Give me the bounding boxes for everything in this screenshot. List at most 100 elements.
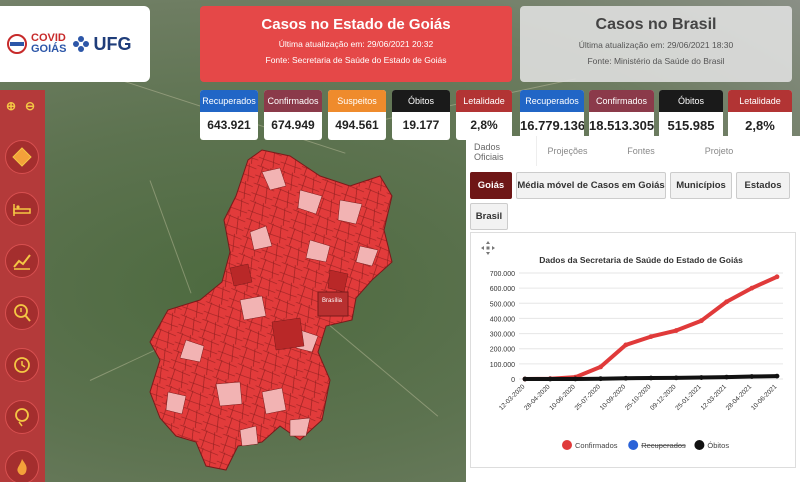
goias-state-shape[interactable] [149,149,393,471]
x-tick-label: 12-03-2021 [700,383,729,412]
brasil-stat-confirmados: Confirmados 18.513.305 [589,90,654,140]
x-tick-label: 12-03-2020 [498,383,527,412]
subtab-label: Fontes [627,146,655,156]
data-point [699,318,704,324]
goias-stat-letalidade: Letalidade 2,8% [456,90,512,140]
subtab-fontes[interactable]: Fontes [598,136,684,166]
x-tick-label: 10-06-2020 [548,383,577,412]
brasil-stat-obitos: Óbitos 515.985 [659,90,723,140]
subtab-projeto[interactable]: Projeto [684,136,754,166]
subtab-label: Projeto [704,146,734,156]
brasil-source-text: Fonte: Ministério da Saúde do Brasil [587,56,725,66]
goias-info-panel: Casos no Estado de Goiás Última atualiza… [200,6,512,82]
layers-icon [12,147,32,167]
trend-chart-icon [13,254,31,270]
data-point [724,299,729,305]
goias-stat-label: Recuperados [200,90,258,112]
df-label: Brasília [322,298,343,304]
goias-stat-confirmados: Confirmados 674.949 [264,90,322,140]
goias-stat-value: 494.561 [335,118,379,132]
goias-stat-suspeitos: Suspeitos 494.561 [328,90,386,140]
goias-stat-label: Óbitos [392,90,450,112]
fire-button[interactable] [5,450,39,482]
y-tick-label: 700.000 [490,271,515,278]
subtab-bar: Dados Oficiais Projeções Fontes Projeto [466,136,800,166]
zoom-out-icon[interactable]: ⊖ [22,98,38,114]
data-point [724,374,729,380]
data-point [623,342,629,348]
data-point [598,376,603,382]
zoom-in-icon[interactable]: ⊕ [3,98,19,114]
goias-stat-value: 2,8% [470,118,498,132]
data-point [749,374,755,379]
brasil-info-panel: Casos no Brasil Última atualização em: 2… [520,6,792,82]
data-point [673,328,679,333]
data-point [774,274,780,280]
y-tick-label: 500.000 [490,301,515,308]
data-point [648,375,654,381]
chart-title: Dados da Secretaria de Saúde do Estado d… [539,255,743,265]
brasil-stat-label: Recuperados [520,90,584,112]
time-location-button[interactable] [5,400,39,434]
subtab-label: Projeções [547,146,588,156]
data-point [623,375,629,381]
goias-panel-title: Casos no Estado de Goiás [261,16,451,33]
x-tick-label: 10-06-2021 [750,383,779,412]
data-point [699,375,704,380]
brasil-stat-value: 515.985 [667,118,715,133]
goias-stat-obitos: Óbitos 19.177 [392,90,450,140]
subtab-label: Dados Oficiais [474,142,504,162]
legend-marker [628,440,639,450]
y-tick-label: 100.000 [490,362,515,369]
subtab-projecoes[interactable]: Projeções [536,136,598,166]
chart-button[interactable] [5,244,39,278]
df-region[interactable] [317,291,349,317]
goias-stat-value: 674.949 [271,118,315,132]
data-point [598,364,603,370]
data-point [522,376,528,382]
cases-line-chart: Dados da Secretaria de Saúde do Estado d… [490,255,783,450]
tab-estados[interactable]: Estados [736,172,790,199]
brasil-stat-letalidade: Letalidade 2,8% [728,90,792,140]
subtab-dados-oficiais[interactable]: Dados Oficiais [466,136,536,166]
legend-marker [694,440,705,450]
brasil-stat-label: Confirmados [589,90,654,112]
history-button[interactable] [5,348,39,382]
brasil-stat-value: 16.779.136 [520,118,584,133]
legend-marker [562,440,572,450]
x-tick-label: 25-10-2020 [624,383,653,412]
chart-container: Dados da Secretaria de Saúde do Estado d… [470,232,796,468]
layers-button[interactable] [5,140,39,174]
tab-goias[interactable]: Goiás [470,172,512,199]
x-tick-label: 28-04-2021 [725,383,754,412]
data-point [648,334,654,339]
alert-magnifier-icon [14,304,31,322]
brasil-update-text: Última atualização em: 29/06/2021 18:30 [578,40,734,50]
y-tick-label: 200.000 [490,347,515,354]
tab-brasil[interactable]: Brasil [470,203,508,230]
legend-label: Óbitos [707,441,729,450]
data-point [573,376,578,382]
fire-icon [17,459,27,475]
logo-goias-text: GOIÁS [31,43,67,55]
y-tick-label: 400.000 [490,316,515,323]
data-point [673,375,679,381]
goias-update-text: Última atualização em: 29/06/2021 20:32 [278,39,434,49]
hospital-bed-button[interactable] [5,192,39,226]
brasil-stat-value: 18.513.305 [589,118,654,133]
x-tick-label: 25-01-2021 [674,383,703,412]
tab-media-movel[interactable]: Média móvel de Casos em Goiás [516,172,666,199]
ufg-text: UFG [93,33,132,54]
goias-stat-value: 643.921 [207,118,251,132]
x-tick-label: 09-12-2020 [649,383,678,412]
brasil-panel-title: Casos no Brasil [595,16,717,33]
goias-stat-label: Confirmados [264,90,322,112]
time-pin-icon [15,408,29,427]
x-tick-label: 10-09-2020 [599,383,628,412]
zoom-controls: ⊕ ⊖ [3,98,38,114]
alert-search-button[interactable] [5,296,39,330]
ufg-dots-icon [73,36,90,52]
y-tick-label: 600.000 [490,286,515,293]
tab-municipios[interactable]: Municípios [670,172,732,199]
goias-stat-label: Suspeitos [328,90,386,112]
